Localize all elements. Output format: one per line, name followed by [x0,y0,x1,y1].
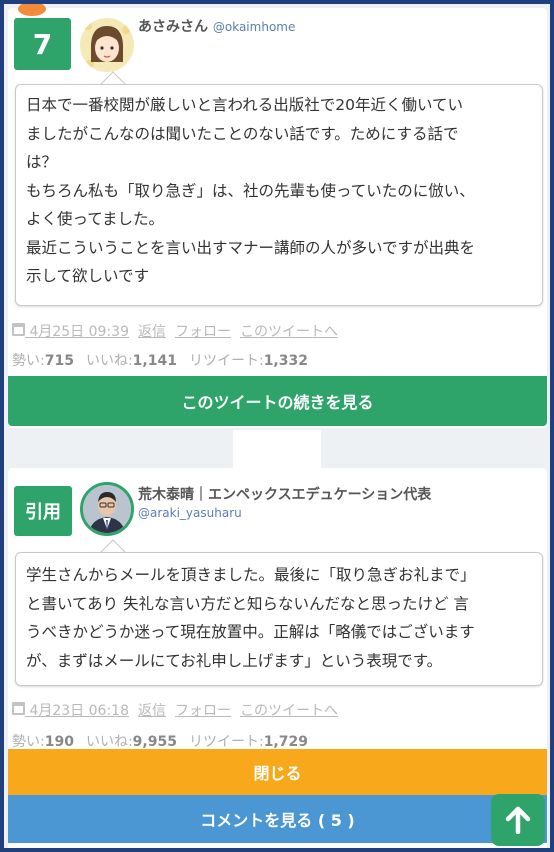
view-comments-button[interactable]: コメントを見る ( 5 ) [8,795,547,843]
retweets-label: リツイート: [188,734,264,750]
tweet-body-line: 最近こういうことを言い出すマナー講師の人が多いですが出典を [26,238,476,257]
user-handle[interactable]: @araki_yasuharu [138,506,242,520]
user-display-name[interactable]: 荒木泰晴｜エンペックスエデュケーション代表 [138,484,431,504]
momentum-value: 715 [44,353,74,369]
quote-badge: 引用 [14,486,72,536]
reply-link[interactable]: 返信 [138,321,166,341]
calendar-icon [12,702,25,715]
see-more-button[interactable]: このツイートの続きを見る [8,376,547,426]
page-frame: 7 あさみさん @okaimhome 日本で一番校閲が厳しいと言われる出版社で2… [0,0,554,852]
scroll-to-top-button[interactable] [491,794,545,846]
follow-link[interactable]: フォロー [175,700,231,720]
retweets-stat: リツイート:1,332 [189,350,308,370]
arrow-up-icon [505,806,531,834]
likes-stat: いいね:9,955 [86,731,177,751]
likes-value: 1,141 [132,353,177,369]
retweets-stat: リツイート:1,729 [189,731,308,751]
momentum-label: 勢い: [12,734,45,750]
user-name[interactable]: あさみさん @okaimhome [138,16,295,36]
tweet-body-line: 示して欲しいです [26,267,150,285]
momentum-label: 勢い: [12,353,45,369]
tweet-card-1: 7 あさみさん @okaimhome 日本で一番校閲が厳しいと言われる出版社で2… [8,4,547,428]
tweet-body-line: うべきかどうか迷って現在放置中。正解は「略儀ではございます [26,623,475,641]
tweet-date: 4月25日 09:39 [29,324,129,340]
user-handle: @okaimhome [212,20,296,34]
momentum-stat: 勢い:715 [12,350,74,370]
retweets-label: リツイート: [188,353,264,369]
tweet-stats: 勢い:190 いいね:9,955 リツイート:1,729 [12,731,308,751]
tweet-body-line: 日本で一番校閲が厳しいと言われる出版社で20年近く働いてい [26,96,463,114]
to-tweet-link[interactable]: このツイートへ [240,700,338,720]
tweet-body: 学生さんからメールを頂きました。最後に「取り急ぎお礼まで」 と書いてあり 失礼な… [15,552,543,686]
retweets-value: 1,332 [263,353,308,369]
likes-value: 9,955 [132,734,177,750]
likes-label: いいね: [85,353,133,369]
tweet-date: 4月23日 06:18 [29,703,129,719]
card-connector [233,430,321,468]
momentum-value: 190 [44,734,74,750]
retweets-value: 1,729 [263,734,308,750]
tweet-body-line: ましたがこんなのは聞いたことのない話です。ためにする話で [26,124,459,143]
avatar[interactable] [80,482,134,536]
tweet-date-link[interactable]: 4月25日 09:39 [12,321,129,341]
calendar-icon [12,323,25,336]
follow-link[interactable]: フォロー [175,321,231,341]
likes-label: いいね: [85,734,133,750]
tweet-body-line: は？ [26,153,58,171]
to-tweet-link[interactable]: このツイートへ [240,321,338,341]
tweet-body: 日本で一番校閲が厳しいと言われる出版社で20年近く働いてい ましたがこんなのは聞… [15,84,543,306]
tweet-body-line: が、まずはメールにてお礼申し上げます」という表現です。 [26,651,443,670]
close-button[interactable]: 閉じる [8,749,547,795]
tweet-stats: 勢い:715 いいね:1,141 リツイート:1,332 [12,350,308,370]
avatar-illustration [80,18,134,72]
tweet-body-line: よく使ってました。 [26,210,164,228]
ribbon-decoration [18,4,46,16]
avatar-photo [83,485,131,533]
tweet-date-link[interactable]: 4月23日 06:18 [12,700,129,720]
avatar[interactable] [80,18,134,72]
tweet-body-line: もちろん私も「取り急ぎ」は、社の先輩も使っていたのに倣い、 [26,181,475,200]
reply-link[interactable]: 返信 [138,700,166,720]
likes-stat: いいね:1,141 [86,350,177,370]
momentum-stat: 勢い:190 [12,731,74,751]
rank-badge: 7 [14,18,71,70]
tweet-body-line: 学生さんからメールを頂きました。最後に「取り急ぎお礼まで」 [26,566,476,584]
tweet-meta: 4月23日 06:18 返信 フォロー このツイートへ [12,700,338,720]
tweet-meta: 4月25日 09:39 返信 フォロー このツイートへ [12,321,338,341]
user-display-name: あさみさん [138,19,208,35]
tweet-body-line: と書いてあり 失礼な言い方だと知らないんだなと思ったけど 言 [26,594,469,613]
